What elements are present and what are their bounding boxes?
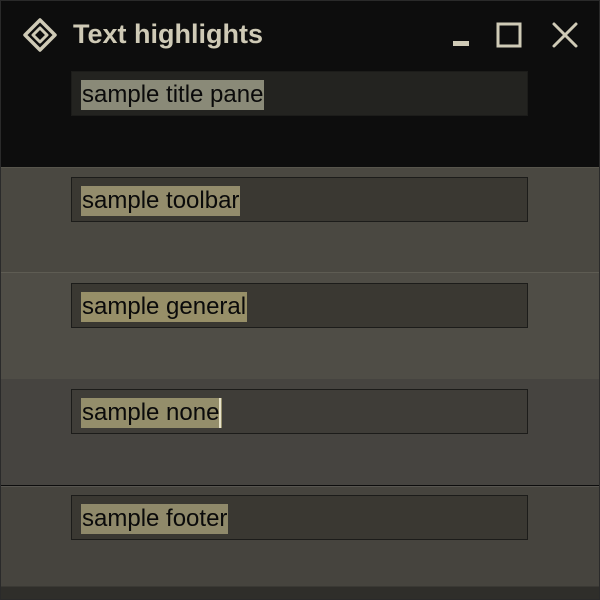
toolbar-entry[interactable]: sample toolbar — [71, 177, 528, 222]
footer-entry[interactable]: sample footer — [71, 495, 528, 540]
entry-text: sample title pane — [81, 80, 265, 110]
entry-text: sample general — [81, 292, 248, 322]
text-caret — [219, 398, 222, 428]
bottom-edge — [1, 586, 599, 599]
none-entry[interactable]: sample none — [71, 389, 528, 434]
app-window: Text highlights sample title pane sample… — [0, 0, 600, 600]
general-entry[interactable]: sample general — [71, 283, 528, 328]
entry-text: sample none — [82, 399, 220, 426]
entry-text-with-caret: sample none — [81, 398, 223, 428]
entry-text: sample toolbar — [81, 186, 241, 216]
title-pane-entry[interactable]: sample title pane — [71, 71, 528, 116]
entry-text: sample footer — [81, 504, 229, 534]
